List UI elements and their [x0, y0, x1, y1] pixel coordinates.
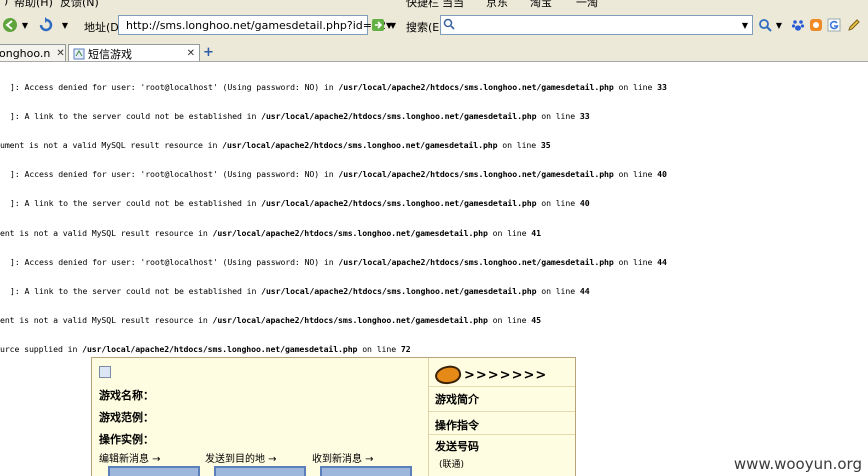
game-detail-panel: 游戏名称： 游戏范例： 操作实例： 编辑新消息 → 发送到目的地 → 收到新消息…	[91, 357, 576, 476]
game-info-sidebar: >>>>>>> 游戏简介 操作指令 发送号码 (联通)	[428, 358, 575, 476]
quicklink-2[interactable]: 淘宝	[530, 0, 552, 10]
logo-arrows: >>>>>>>	[464, 367, 548, 383]
tab-longhoo[interactable]: onghoo.n ✕	[0, 44, 66, 61]
back-dropdown-icon[interactable]: ▼	[20, 18, 30, 32]
step-send-destination: 发送到目的地 →	[205, 454, 277, 465]
watermark: www.wooyun.org	[733, 455, 862, 473]
quicklink-1[interactable]: 京东	[486, 0, 508, 10]
browser-chrome: ) 帮助(H) 反馈(N) 快捷栏 当当 京东 淘宝 一淘 ▼ ▼ 地址(D) …	[0, 0, 868, 62]
game-example-label: 游戏范例：	[99, 411, 154, 424]
refresh-icon[interactable]	[36, 15, 56, 35]
error-line: ]: A link to the server could not be est…	[10, 198, 590, 208]
menu-item-truncated[interactable]: )	[4, 0, 8, 7]
error-line: ument is not a valid MySQL result resour…	[0, 140, 551, 150]
tab-sms-games[interactable]: 短信游戏 ✕	[68, 44, 200, 61]
error-line: ]: Access denied for user: 'root@localho…	[10, 169, 667, 179]
search-input[interactable]: ▼	[440, 15, 753, 35]
error-line: urce supplied in /usr/local/apache2/htdo…	[0, 344, 411, 354]
error-line: ent is not a valid MySQL result resource…	[0, 228, 541, 238]
go-icon[interactable]	[370, 16, 386, 34]
error-line: ]: Access denied for user: 'root@localho…	[10, 82, 667, 92]
broken-image-icon	[99, 366, 111, 378]
tab-favicon-icon	[73, 48, 85, 59]
close-icon[interactable]: ✕	[56, 48, 64, 59]
search-dropdown-icon[interactable]: ▼	[738, 21, 752, 30]
game-logo-icon	[433, 363, 463, 387]
operation-commands-link[interactable]: 操作指令	[435, 417, 479, 433]
error-line: ent is not a valid MySQL result resource…	[0, 315, 541, 325]
tab-label: onghoo.n	[0, 47, 51, 60]
phone-screen-image	[320, 466, 412, 476]
google-icon[interactable]	[826, 16, 842, 34]
error-line: ]: A link to the server could not be est…	[10, 111, 590, 121]
phone-screen-image	[214, 466, 306, 476]
game-logo: >>>>>>>	[433, 363, 548, 387]
menu-bar: ) 帮助(H) 反馈(N) 快捷栏 当当 京东 淘宝 一淘	[0, 0, 868, 10]
operator-note: (联通)	[439, 460, 465, 470]
game-intro-link[interactable]: 游戏简介	[435, 391, 479, 407]
send-number-link[interactable]: 发送号码	[435, 438, 479, 454]
operation-example-label: 操作实例：	[99, 433, 154, 446]
sogou-icon[interactable]	[808, 16, 824, 34]
error-line: ]: Access denied for user: 'root@localho…	[10, 257, 667, 267]
menu-item-feedback[interactable]: 反馈(N)	[60, 0, 99, 10]
divider	[429, 386, 575, 387]
refresh-dropdown-icon[interactable]: ▼	[60, 18, 70, 32]
search-engine-dropdown-icon[interactable]: ▼	[774, 18, 784, 32]
navigation-toolbar: ▼ ▼ 地址(D) http://sms.longhoo.net/gamesde…	[0, 12, 868, 40]
phone-screen-image	[108, 466, 200, 476]
quicklink-0[interactable]: 当当	[442, 0, 464, 10]
menu-item-help[interactable]: 帮助(H)	[14, 0, 53, 10]
address-bar[interactable]: http://sms.longhoo.net/gamesdetail.php?i…	[118, 15, 392, 35]
tab-label: 短信游戏	[88, 47, 132, 61]
divider	[429, 411, 575, 412]
go-dropdown-icon[interactable]: ▼	[388, 18, 398, 32]
pencil-icon[interactable]	[846, 16, 862, 34]
divider	[429, 434, 575, 435]
close-icon[interactable]: ✕	[187, 48, 195, 59]
baidu-paw-icon[interactable]	[790, 16, 806, 34]
quicklink-3[interactable]: 一淘	[576, 0, 598, 10]
new-tab-button[interactable]: +	[203, 45, 214, 60]
step-edit-message: 编辑新消息 →	[99, 454, 161, 465]
game-name-label: 游戏名称：	[99, 389, 154, 402]
url-text[interactable]: http://sms.longhoo.net/gamesdetail.php?i…	[126, 19, 386, 32]
tab-bar: onghoo.n ✕ 短信游戏 ✕ +	[0, 43, 868, 61]
search-label: 搜索(E)	[406, 21, 444, 34]
back-icon[interactable]	[2, 15, 18, 35]
error-line: ]: A link to the server could not be est…	[10, 286, 590, 296]
search-go-icon[interactable]	[757, 16, 773, 34]
step-receive-message: 收到新消息 →	[312, 454, 374, 465]
search-icon	[441, 18, 457, 33]
quickbar-label: 快捷栏	[406, 0, 439, 9]
